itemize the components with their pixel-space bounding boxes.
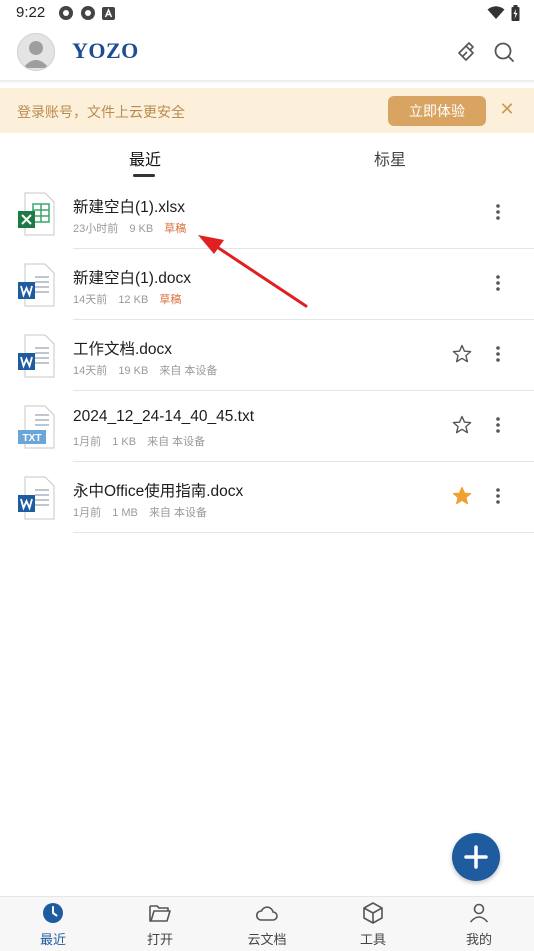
nav-item-open[interactable]: 打开 <box>125 901 195 948</box>
user-icon <box>469 903 489 923</box>
nav-item-recent[interactable]: 最近 <box>18 901 88 948</box>
bottom-nav: 最近 打开 云文档 工具 我的 <box>0 896 534 951</box>
folder-icon <box>149 905 171 922</box>
add-button[interactable] <box>452 833 500 881</box>
nav-label: 打开 <box>146 932 173 947</box>
nav-item-tools[interactable]: 工具 <box>338 901 408 948</box>
nav-label: 我的 <box>465 932 492 947</box>
nav-item-cloud-docs[interactable]: 云文档 <box>232 901 302 948</box>
nav-label: 最近 <box>39 932 66 947</box>
plus-icon <box>464 845 488 869</box>
nav-item-me[interactable]: 我的 <box>444 901 514 948</box>
cloud-icon <box>255 906 278 921</box>
toolbox-icon <box>363 902 383 924</box>
annotation-arrow <box>198 235 308 308</box>
clock-icon <box>43 903 63 923</box>
nav-label: 工具 <box>359 932 386 947</box>
nav-label: 云文档 <box>247 932 287 947</box>
